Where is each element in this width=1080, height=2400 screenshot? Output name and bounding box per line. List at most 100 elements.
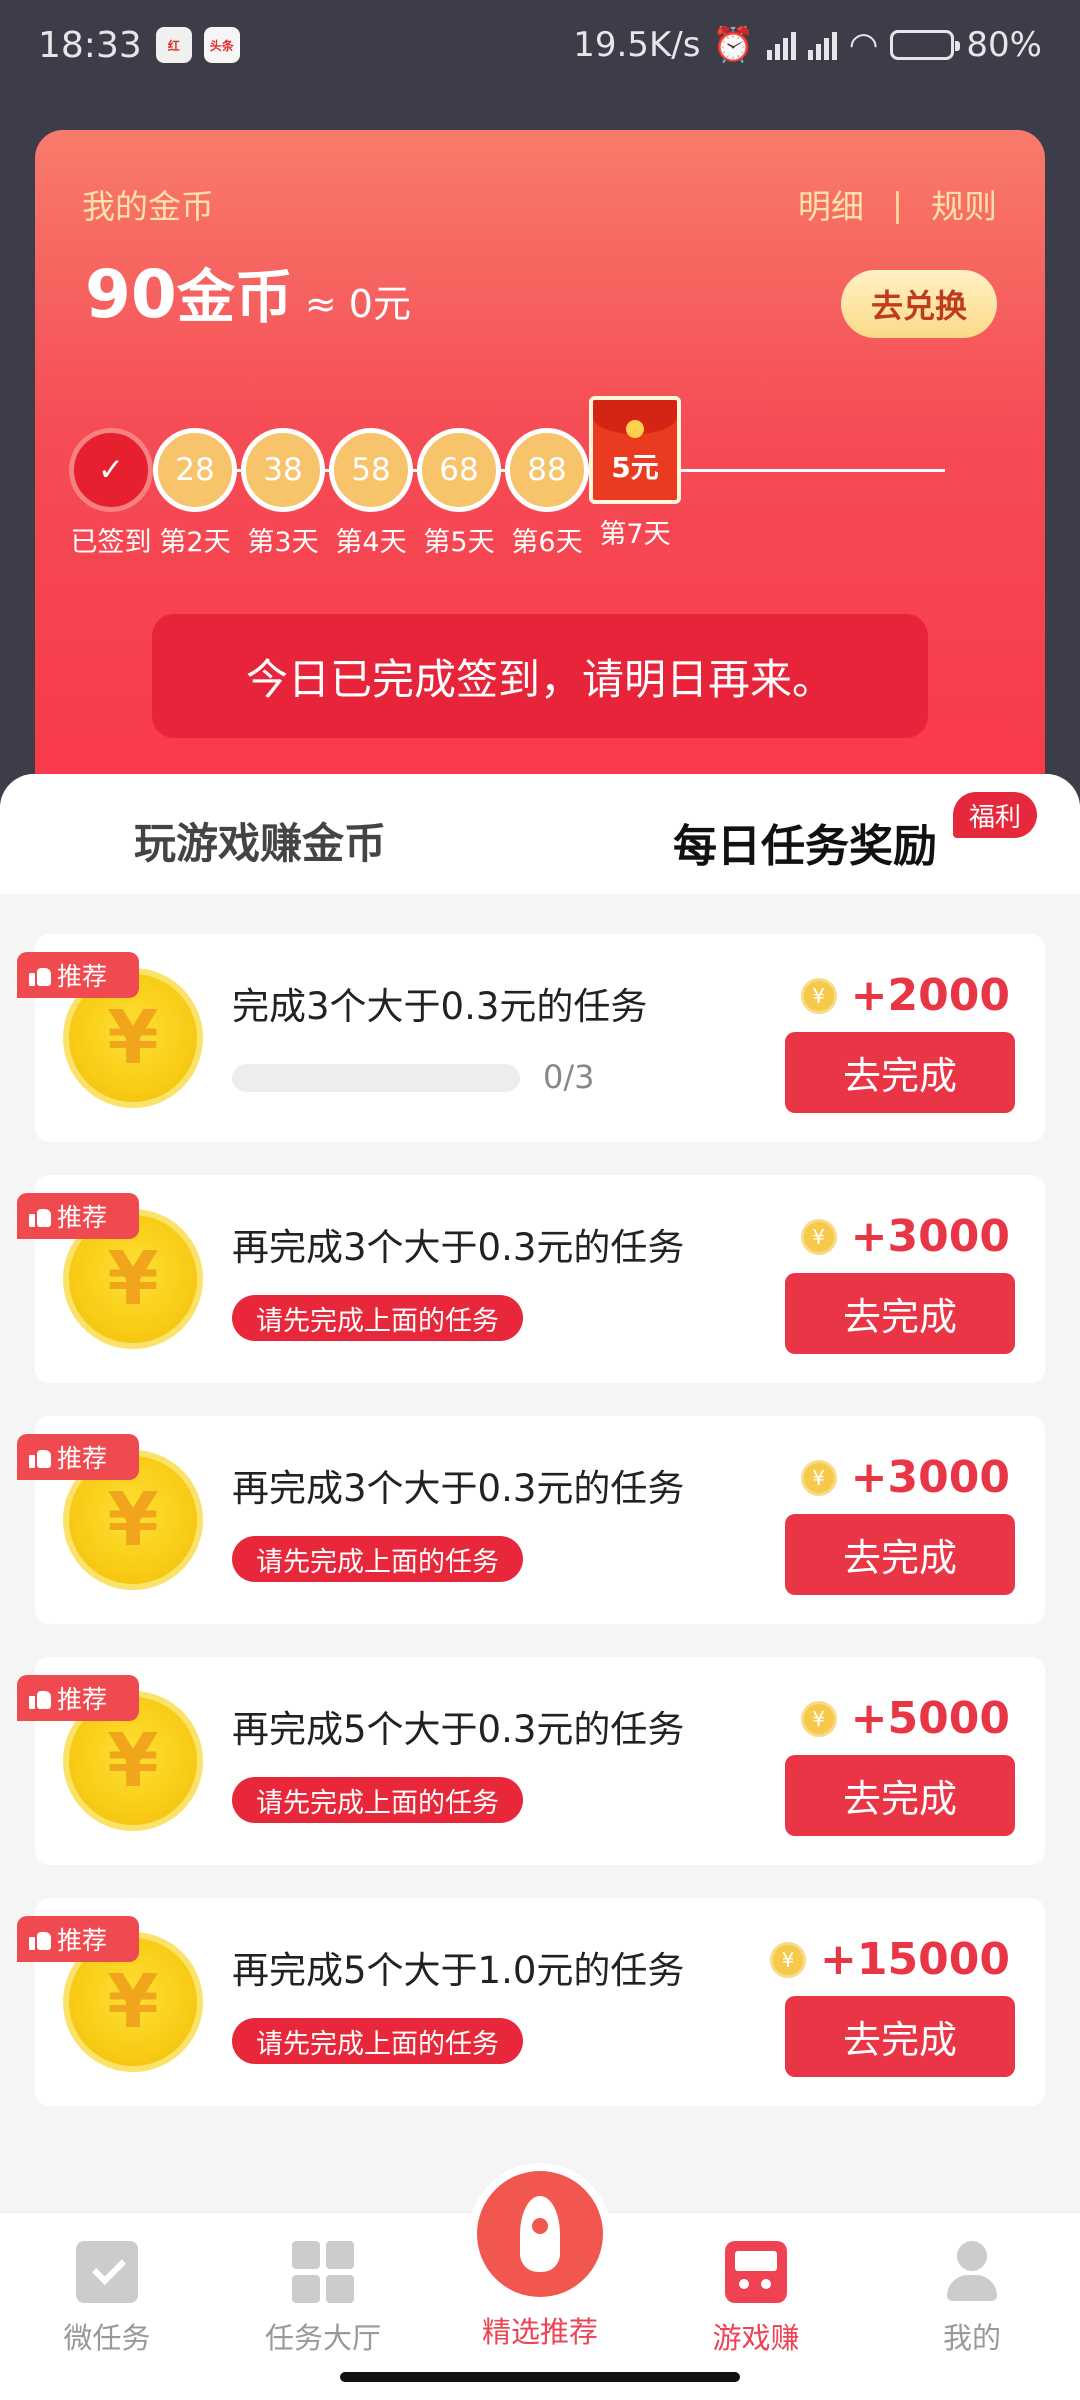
nav-item-task-hall[interactable]: 任务大厅 (223, 2231, 423, 2357)
nav-item-featured[interactable] (477, 2171, 603, 2297)
nav-label: 我的 (942, 2321, 1001, 2355)
complete-task-button[interactable]: 去完成 (785, 1996, 1015, 2077)
day-label: 第3天 (247, 527, 319, 558)
coin-icon: ¥ (800, 1218, 837, 1255)
task-card: ¥ 推荐再完成3个大于0.3元的任务 请先完成上面的任务 ¥ +3000 去完成 (17, 1416, 1045, 1624)
tabs-bar: 玩游戏赚金币 每日任务奖励 福利 (0, 774, 1080, 894)
task-card: ¥ 推荐再完成3个大于0.3元的任务 请先完成上面的任务 ¥ +3000 去完成 (17, 1175, 1045, 1383)
day-coin-value: 28 (153, 428, 237, 512)
reward-amount: +2000 (850, 970, 1010, 1021)
status-indicators: 19.5K/s ⏰ ◠ 80% (573, 25, 1042, 65)
envelope-amount: 5元 (611, 451, 659, 484)
tab-play-games[interactable]: 玩游戏赚金币 (134, 810, 386, 871)
nav-item-mine[interactable]: 我的 (872, 2231, 1072, 2357)
nav-item-micro-task[interactable]: 微任务 (7, 2231, 207, 2357)
coin-card: 我的金币 明细 | 规则 90 金币 ≈ 0元 去兑换 ✓ 已签到 28 第2天 38 第… (35, 130, 1045, 800)
day-label: 第4天 (335, 527, 407, 558)
task-reward: ¥ +2000 (800, 970, 1010, 1021)
status-bar: 18:33 红 头条 19.5K/s ⏰ ◠ 80% (0, 0, 1080, 90)
task-title: 再完成5个大于1.0元的任务 (232, 1949, 685, 1992)
task-reward: ¥ +3000 (800, 1452, 1010, 1503)
checkin-day-6: 88 第6天 (497, 428, 597, 559)
day-label: 第7天 (599, 519, 671, 550)
locked-hint-tag: 请先完成上面的任务 (232, 2018, 523, 2064)
app-notification-icon: 红 (155, 27, 192, 63)
recommend-label: 推荐 (57, 1685, 108, 1714)
coin-icon: ¥ (770, 1941, 807, 1978)
coin-unit: 金币 (176, 263, 293, 331)
task-progress-text: 0/3 (543, 1058, 595, 1096)
thumbs-up-icon (29, 1446, 51, 1468)
locked-hint-tag: 请先完成上面的任务 (232, 1536, 523, 1582)
locked-hint-tag: 请先完成上面的任务 (232, 1777, 523, 1823)
battery-icon (890, 30, 961, 60)
signal-1-icon (766, 30, 796, 60)
task-card: ¥ 推荐完成3个大于0.3元的任务 0/3 ¥ +2000 去完成 (17, 934, 1045, 1142)
recommend-tag: 推荐 (17, 1675, 139, 1721)
checkin-day-7: 5元第7天 (585, 396, 685, 551)
coin-balance: 90 金币 ≈ 0元 (85, 250, 411, 334)
my-coins-label: 我的金币 (82, 187, 214, 226)
day-coin-value: 88 (505, 428, 589, 512)
nav-label: 任务大厅 (264, 2321, 381, 2355)
task-reward: ¥ +15000 (770, 1934, 1010, 1985)
complete-task-button[interactable]: 去完成 (785, 1273, 1015, 1354)
toutiao-notification-icon: 头条 (203, 27, 240, 63)
day-label: 第5天 (423, 527, 495, 558)
coin-icon: ¥ (800, 1700, 837, 1737)
coin-icon: ¥ (800, 1459, 837, 1496)
wifi-icon: ◠ (848, 25, 879, 65)
recommend-label: 推荐 (57, 962, 108, 991)
nav-label: 微任务 (63, 2321, 151, 2355)
nav-item-game-earn[interactable]: 游戏赚 (656, 2231, 856, 2357)
day-label: 第2天 (159, 527, 231, 558)
recommend-label: 推荐 (57, 1203, 108, 1232)
reward-amount: +3000 (850, 1211, 1010, 1262)
locked-hint-tag: 请先完成上面的任务 (232, 1295, 523, 1341)
coin-icon: ¥ (800, 977, 837, 1014)
reward-amount: +5000 (850, 1693, 1010, 1744)
task-reward: ¥ +5000 (800, 1693, 1010, 1744)
tab-daily-tasks[interactable]: 每日任务奖励 (673, 810, 937, 880)
complete-task-button[interactable]: 去完成 (785, 1755, 1015, 1836)
day-coin-value: 38 (241, 428, 325, 512)
task-icon (76, 2241, 138, 2303)
tab-daily-label: 每日任务奖励 (673, 821, 937, 872)
detail-link[interactable]: 明细 (798, 180, 864, 228)
checkin-day-4: 58 第4天 (321, 428, 421, 559)
task-title: 再完成3个大于0.3元的任务 (232, 1467, 685, 1510)
recommend-tag: 推荐 (17, 952, 139, 998)
status-time: 18:33 (38, 24, 142, 66)
thumbs-up-icon (29, 1687, 51, 1709)
checkin-day-2: 28 第2天 (145, 428, 245, 559)
complete-task-button[interactable]: 去完成 (785, 1514, 1015, 1595)
nav-label-featured: 精选推荐 (481, 2315, 598, 2349)
network-speed: 19.5K/s (573, 25, 701, 65)
battery-percent: 80% (966, 25, 1042, 65)
task-reward: ¥ +3000 (800, 1211, 1010, 1262)
reward-amount: +15000 (820, 1934, 1010, 1985)
exchange-button[interactable]: 去兑换 (841, 270, 997, 338)
user-icon (941, 2241, 1003, 2303)
checkin-complete-banner: 今日已完成签到，请明日再来。 (152, 614, 928, 738)
task-progress-bar (232, 1064, 520, 1092)
red-envelope-icon: 5元 (589, 396, 681, 504)
home-indicator[interactable] (340, 2372, 740, 2382)
nav-label: 游戏赚 (712, 2321, 800, 2355)
task-title: 再完成5个大于0.3元的任务 (232, 1708, 685, 1751)
coin-count: 90 (85, 256, 177, 333)
checkin-day-5: 68 第5天 (409, 428, 509, 559)
thumbs-up-icon (29, 1205, 51, 1227)
checkin-day-3: 38 第3天 (233, 428, 333, 559)
task-title: 再完成3个大于0.3元的任务 (232, 1226, 685, 1269)
recommend-tag: 推荐 (17, 1916, 139, 1962)
card-links: 明细 | 规则 (798, 180, 997, 228)
recommend-label: 推荐 (57, 1444, 108, 1473)
complete-task-button[interactable]: 去完成 (785, 1032, 1015, 1113)
day-coin-value: 58 (329, 428, 413, 512)
task-sheet: 玩游戏赚金币 每日任务奖励 福利 ¥ 推荐 完成3个大于0.3元的任务 0/3 ¥ +20… (0, 774, 1080, 2314)
rocket-icon (520, 2196, 560, 2272)
task-title: 完成3个大于0.3元的任务 (232, 985, 648, 1028)
rules-link[interactable]: 规则 (931, 180, 997, 228)
game-icon (725, 2241, 787, 2303)
